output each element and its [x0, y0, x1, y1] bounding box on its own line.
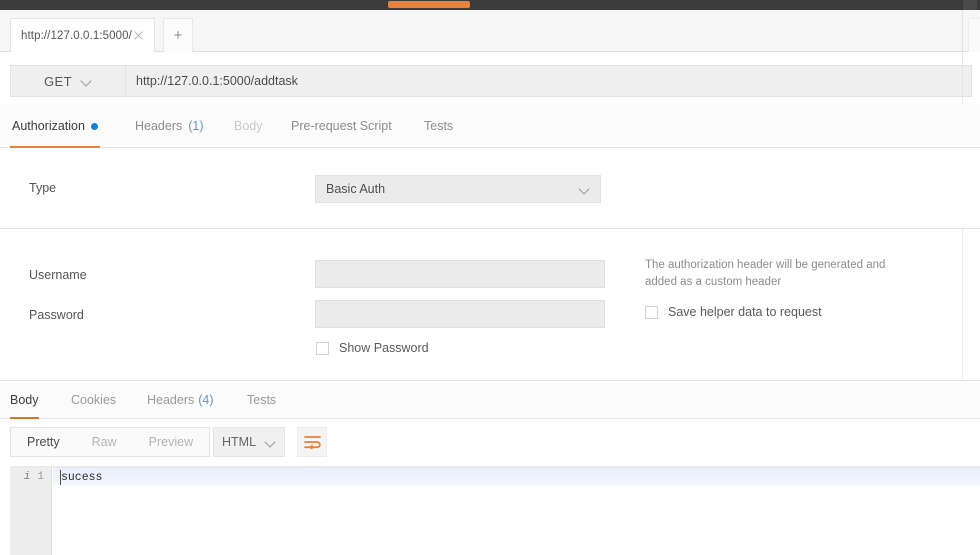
save-helper-data-row[interactable]: Save helper data to request: [645, 305, 822, 319]
postman-window: http://127.0.0.1:5000/ + GET http://127.…: [0, 0, 980, 555]
text-caret: [60, 470, 61, 485]
response-format-value: HTML: [222, 435, 257, 449]
close-icon[interactable]: [132, 29, 146, 43]
method-selector[interactable]: GET: [10, 65, 125, 97]
tab-tests[interactable]: Tests: [422, 104, 455, 148]
request-url-row: GET http://127.0.0.1:5000/addtask: [0, 52, 980, 104]
view-mode-preview-label: Preview: [148, 435, 194, 449]
response-tab-headers-label: Headers: [147, 393, 195, 407]
view-mode-pretty-label: Pretty: [27, 435, 60, 449]
tab-body[interactable]: Body: [232, 104, 265, 148]
tab-headers[interactable]: Headers (1): [133, 104, 206, 148]
tab-pre-request-script[interactable]: Pre-request Script: [289, 104, 394, 148]
tab-body-label: Body: [234, 119, 263, 133]
show-password-checkbox[interactable]: [316, 341, 329, 355]
chevron-down-icon: [266, 437, 276, 447]
auth-type-label: Type: [29, 181, 57, 195]
authorization-helper-text: The authorization header will be generat…: [645, 259, 886, 288]
method-label: GET: [44, 73, 72, 89]
request-subtabs: Authorization Headers (1) Body Pre-reque…: [0, 104, 980, 148]
credentials-right-divider: [962, 229, 963, 381]
show-password-label: Show Password: [339, 341, 429, 355]
request-tab-label: http://127.0.0.1:5000/: [21, 29, 132, 42]
auth-type-select[interactable]: Basic Auth: [315, 175, 601, 203]
window-titlebar: [0, 0, 980, 10]
chevron-down-icon: [580, 184, 590, 194]
response-body-viewer[interactable]: i 1 sucess: [10, 466, 980, 555]
tab-headers-label: Headers: [135, 119, 183, 133]
wrap-lines-icon: [303, 436, 321, 449]
new-tab-label: +: [173, 27, 183, 44]
chevron-down-icon: [82, 76, 92, 86]
tab-tests-label: Tests: [424, 119, 454, 133]
response-tab-tests-label: Tests: [247, 393, 277, 407]
view-mode-raw[interactable]: Raw: [76, 428, 133, 456]
response-tab-cookies-label: Cookies: [71, 393, 117, 407]
response-tab-headers-count: (4): [198, 393, 214, 407]
offscreen-tab[interactable]: [968, 18, 980, 52]
response-format-select[interactable]: HTML: [213, 427, 285, 457]
wrap-lines-button[interactable]: [297, 427, 327, 457]
username-input[interactable]: [315, 260, 605, 288]
password-label: Password: [29, 308, 84, 322]
auth-credentials-area: Username Password Show Password The auth…: [0, 229, 980, 381]
response-tab-body-label: Body: [10, 393, 39, 407]
response-tab-body[interactable]: Body: [10, 381, 39, 419]
save-helper-data-checkbox[interactable]: [645, 305, 658, 319]
url-input[interactable]: http://127.0.0.1:5000/addtask: [125, 65, 972, 97]
view-mode-preview[interactable]: Preview: [133, 428, 209, 456]
tabstrip-right-divider: [962, 10, 963, 52]
response-view-mode-group: Pretty Raw Preview: [10, 427, 211, 457]
tab-headers-count: (1): [188, 119, 204, 133]
url-text: http://127.0.0.1:5000/addtask: [136, 74, 298, 88]
urlrow-right-divider: [962, 52, 963, 104]
titlebar-right-segment: [963, 0, 977, 10]
line-info-icon: i: [23, 470, 31, 483]
response-toolbar: Pretty Raw Preview HTML: [0, 419, 980, 466]
username-label: Username: [29, 268, 87, 282]
show-password-row[interactable]: Show Password: [316, 341, 429, 355]
authorization-status-dot-icon: [90, 122, 98, 130]
response-tab-headers[interactable]: Headers (4): [147, 381, 214, 419]
auth-type-value: Basic Auth: [326, 182, 386, 196]
view-mode-raw-label: Raw: [91, 435, 117, 449]
tab-pre-request-script-label: Pre-request Script: [291, 119, 392, 133]
code-line[interactable]: sucess: [53, 467, 980, 486]
tab-authorization[interactable]: Authorization: [10, 104, 100, 148]
password-input[interactable]: [315, 300, 605, 328]
line-number: 1: [37, 470, 44, 483]
response-tab-tests[interactable]: Tests: [247, 381, 276, 419]
editor-gutter: i 1: [10, 467, 52, 555]
gutter-line: i 1: [10, 467, 51, 486]
response-tab-cookies[interactable]: Cookies: [71, 381, 116, 419]
view-mode-pretty[interactable]: Pretty: [11, 428, 76, 456]
new-tab-button[interactable]: +: [163, 18, 193, 52]
code-line-text: sucess: [61, 470, 103, 484]
tab-authorization-label: Authorization: [12, 119, 85, 133]
editor-content[interactable]: sucess: [53, 467, 980, 555]
response-tabs: Body Cookies Headers (4) Tests: [0, 381, 980, 419]
request-tabstrip: http://127.0.0.1:5000/ +: [0, 10, 980, 52]
request-tab[interactable]: http://127.0.0.1:5000/: [10, 18, 155, 52]
save-helper-data-label: Save helper data to request: [668, 305, 822, 319]
auth-type-row: Type Basic Auth: [0, 148, 980, 229]
titlebar-accent-indicator: [388, 1, 470, 8]
